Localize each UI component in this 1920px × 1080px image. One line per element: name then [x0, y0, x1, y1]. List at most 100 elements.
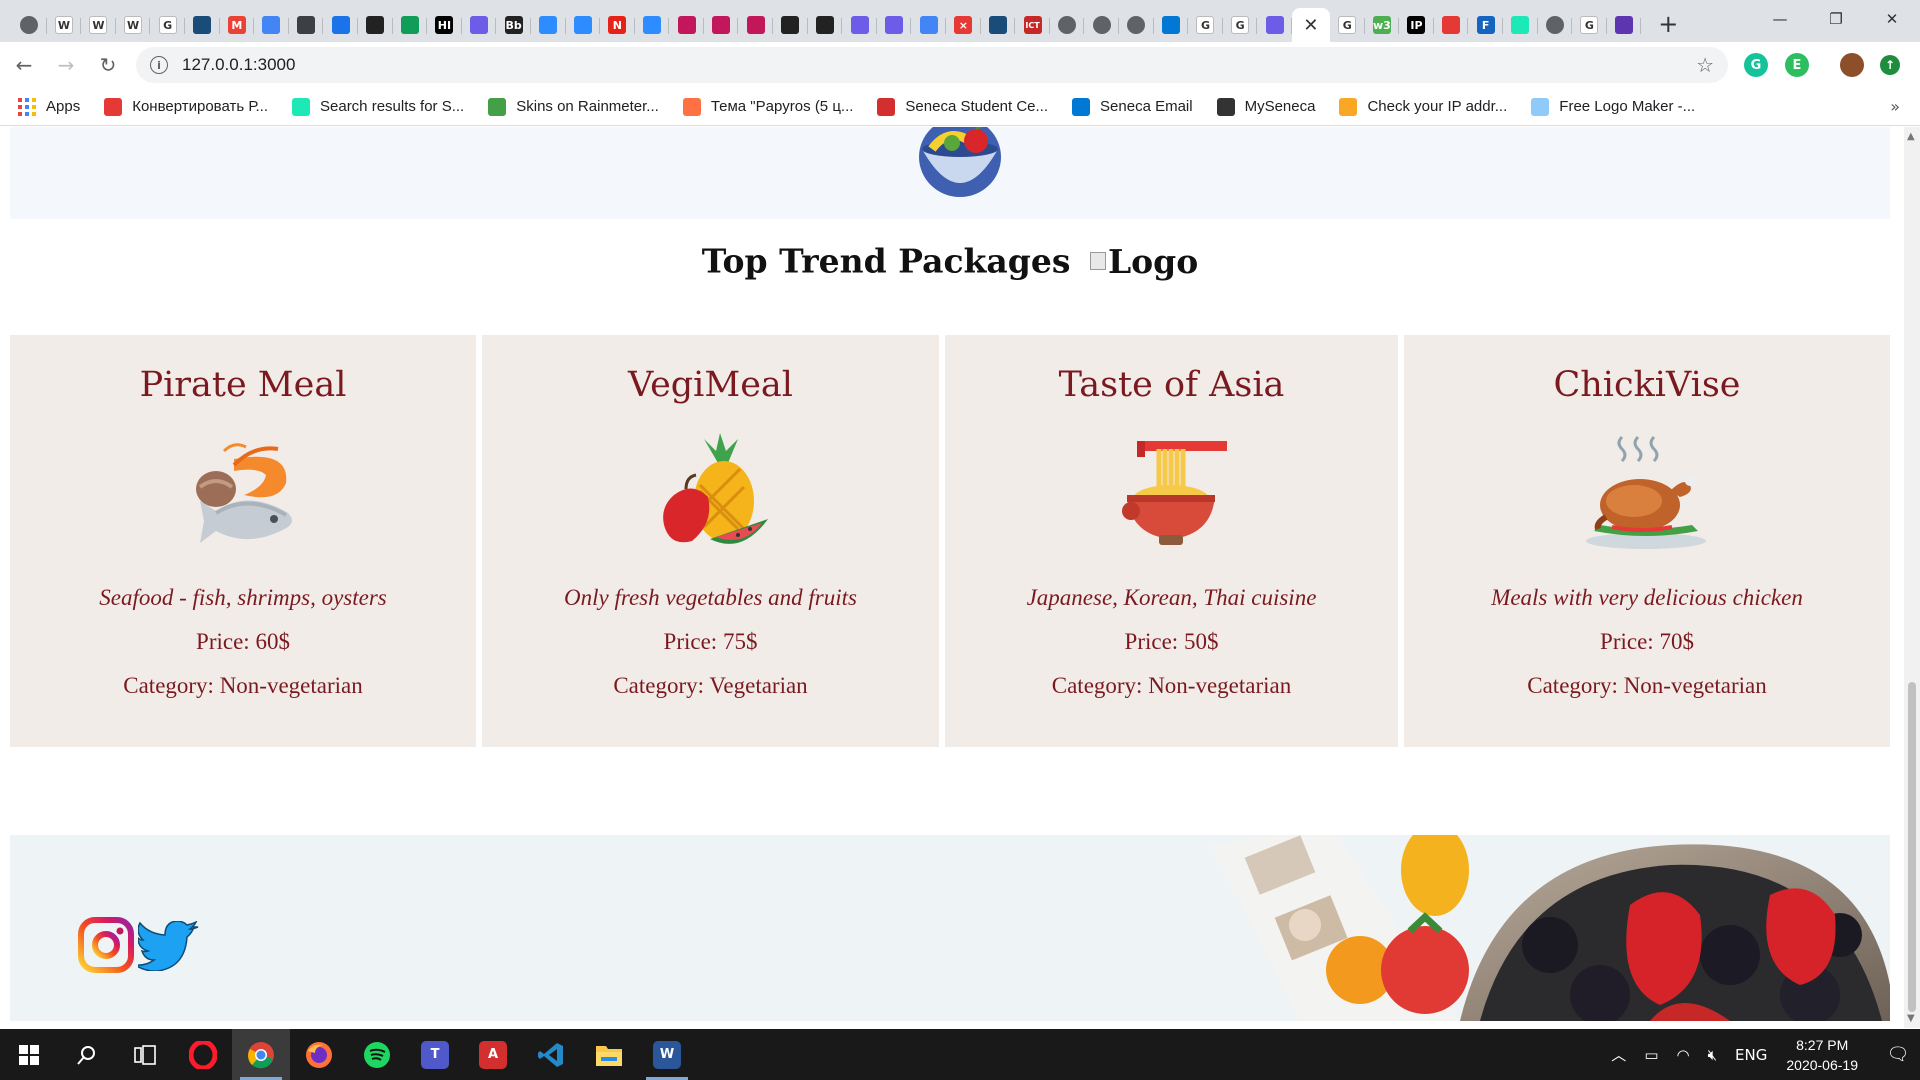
browser-tab[interactable] — [1119, 8, 1154, 42]
browser-tab[interactable] — [981, 8, 1016, 42]
language-indicator[interactable]: ENG — [1735, 1046, 1767, 1064]
notification-center-icon[interactable]: 🗨︎ — [1876, 1044, 1920, 1065]
browser-tab[interactable] — [808, 8, 843, 42]
browser-tab[interactable] — [1154, 8, 1189, 42]
browser-tab[interactable]: M — [220, 8, 255, 42]
browser-tab[interactable] — [911, 8, 946, 42]
search-button[interactable] — [58, 1029, 116, 1080]
browser-tab[interactable] — [1503, 8, 1538, 42]
wifi-icon[interactable]: ◠ — [1677, 1046, 1690, 1064]
browser-tab[interactable] — [1257, 8, 1292, 42]
speaker-muted-icon[interactable]: 🔇︎ — [1708, 1046, 1717, 1064]
browser-tab[interactable] — [254, 8, 289, 42]
maximize-button[interactable]: ❐ — [1808, 0, 1864, 38]
browser-tab[interactable] — [1607, 8, 1642, 42]
browser-tab[interactable] — [1050, 8, 1085, 42]
taskbar-app[interactable]: W — [638, 1029, 696, 1080]
taskbar-app[interactable] — [580, 1029, 638, 1080]
browser-tab[interactable] — [1084, 8, 1119, 42]
update-icon[interactable]: ↑ — [1880, 55, 1900, 75]
close-icon[interactable]: ✕ — [1302, 15, 1320, 36]
browser-tab[interactable]: G — [1330, 8, 1365, 42]
reload-button[interactable]: ↻ — [90, 47, 126, 83]
battery-icon[interactable]: ▭ — [1644, 1046, 1658, 1064]
bookmark-star-icon[interactable]: ☆ — [1696, 53, 1714, 77]
browser-tab[interactable] — [462, 8, 497, 42]
browser-tab[interactable]: ✕ — [1291, 8, 1330, 42]
browser-tab[interactable] — [185, 8, 220, 42]
browser-tab[interactable]: × — [946, 8, 981, 42]
forward-button[interactable]: → — [48, 47, 84, 83]
close-window-button[interactable]: ✕ — [1864, 0, 1920, 38]
clock[interactable]: 8:27 PM 2020-06-19 — [1786, 1035, 1858, 1075]
package-card[interactable]: ChickiVise Meals with very delicious chi… — [1404, 335, 1890, 747]
bookmark-item[interactable]: Check your IP addr... — [1339, 97, 1507, 116]
taskbar-app[interactable] — [522, 1029, 580, 1080]
bookmark-item[interactable]: Тема "Papyros (5 ц... — [682, 97, 853, 116]
package-card[interactable]: VegiMeal Only fresh vegetables and fruit… — [482, 335, 939, 747]
bookmark-item[interactable]: Apps — [18, 97, 80, 116]
bookmark-item[interactable]: Конвертировать Р... — [104, 97, 268, 116]
bookmark-item[interactable]: MySeneca — [1216, 97, 1315, 116]
browser-tab[interactable]: W — [81, 8, 116, 42]
bookmark-item[interactable]: Skins on Rainmeter... — [488, 97, 659, 116]
browser-tab[interactable]: G — [150, 8, 185, 42]
browser-tab[interactable] — [531, 8, 566, 42]
browser-tab[interactable] — [635, 8, 670, 42]
taskbar-app[interactable] — [348, 1029, 406, 1080]
taskbar-app[interactable]: T — [406, 1029, 464, 1080]
browser-tab[interactable] — [358, 8, 393, 42]
browser-tab[interactable] — [12, 8, 47, 42]
browser-tab[interactable]: IP — [1399, 8, 1434, 42]
browser-tab[interactable] — [669, 8, 704, 42]
package-card[interactable]: Taste of Asia Japanese, Korean, Thai cui… — [945, 335, 1398, 747]
task-view-button[interactable] — [116, 1029, 174, 1080]
new-tab-button[interactable]: + — [1651, 7, 1685, 41]
browser-tab[interactable]: G — [1223, 8, 1258, 42]
taskbar-app[interactable] — [174, 1029, 232, 1080]
vertical-scrollbar[interactable]: ▲ ▼ — [1904, 127, 1920, 1028]
grammarly-icon[interactable]: G — [1744, 53, 1768, 77]
bookmark-item[interactable]: Seneca Email — [1072, 97, 1193, 116]
browser-tab[interactable]: Bb — [496, 8, 531, 42]
site-info-icon[interactable]: i — [150, 56, 168, 74]
browser-tab[interactable] — [566, 8, 601, 42]
browser-tab[interactable] — [393, 8, 428, 42]
browser-tab[interactable]: W — [47, 8, 82, 42]
browser-tab[interactable] — [1538, 8, 1573, 42]
bookmark-item[interactable]: Seneca Student Ce... — [877, 97, 1048, 116]
start-button[interactable] — [0, 1029, 58, 1080]
browser-tab[interactable]: F — [1468, 8, 1503, 42]
evernote-icon[interactable]: E — [1785, 53, 1809, 77]
browser-tab[interactable] — [877, 8, 912, 42]
browser-tab[interactable] — [842, 8, 877, 42]
address-bar[interactable]: i 127.0.0.1:3000 ☆ — [136, 47, 1728, 83]
instagram-icon[interactable] — [78, 917, 134, 973]
scroll-up-arrow-icon[interactable]: ▲ — [1907, 131, 1915, 142]
browser-tab[interactable] — [323, 8, 358, 42]
browser-tab[interactable] — [773, 8, 808, 42]
browser-tab[interactable]: G — [1572, 8, 1607, 42]
package-card[interactable]: Pirate Meal Seafood - fish, shrimps, oys… — [10, 335, 476, 747]
chevron-up-icon[interactable]: ︿ — [1611, 1044, 1626, 1065]
profile-avatar[interactable] — [1840, 53, 1864, 77]
twitter-icon[interactable] — [138, 921, 200, 971]
browser-tab[interactable]: W — [116, 8, 151, 42]
scroll-down-arrow-icon[interactable]: ▼ — [1907, 1013, 1915, 1024]
taskbar-app[interactable]: A — [464, 1029, 522, 1080]
scrollbar-thumb[interactable] — [1908, 682, 1916, 1012]
taskbar-app[interactable] — [290, 1029, 348, 1080]
browser-tab[interactable]: w3 — [1365, 8, 1400, 42]
browser-tab[interactable] — [1434, 8, 1469, 42]
browser-tab[interactable] — [289, 8, 324, 42]
bookmark-item[interactable]: Search results for S... — [292, 97, 464, 116]
browser-tab[interactable]: N — [600, 8, 635, 42]
back-button[interactable]: ← — [6, 47, 42, 83]
minimize-button[interactable]: — — [1752, 0, 1808, 38]
browser-tab[interactable]: ICT — [1015, 8, 1050, 42]
browser-tab[interactable] — [738, 8, 773, 42]
bookmarks-overflow-icon[interactable]: » — [1890, 97, 1900, 116]
browser-tab[interactable]: G — [1188, 8, 1223, 42]
browser-tab[interactable] — [704, 8, 739, 42]
bookmark-item[interactable]: Free Logo Maker -... — [1531, 97, 1695, 116]
